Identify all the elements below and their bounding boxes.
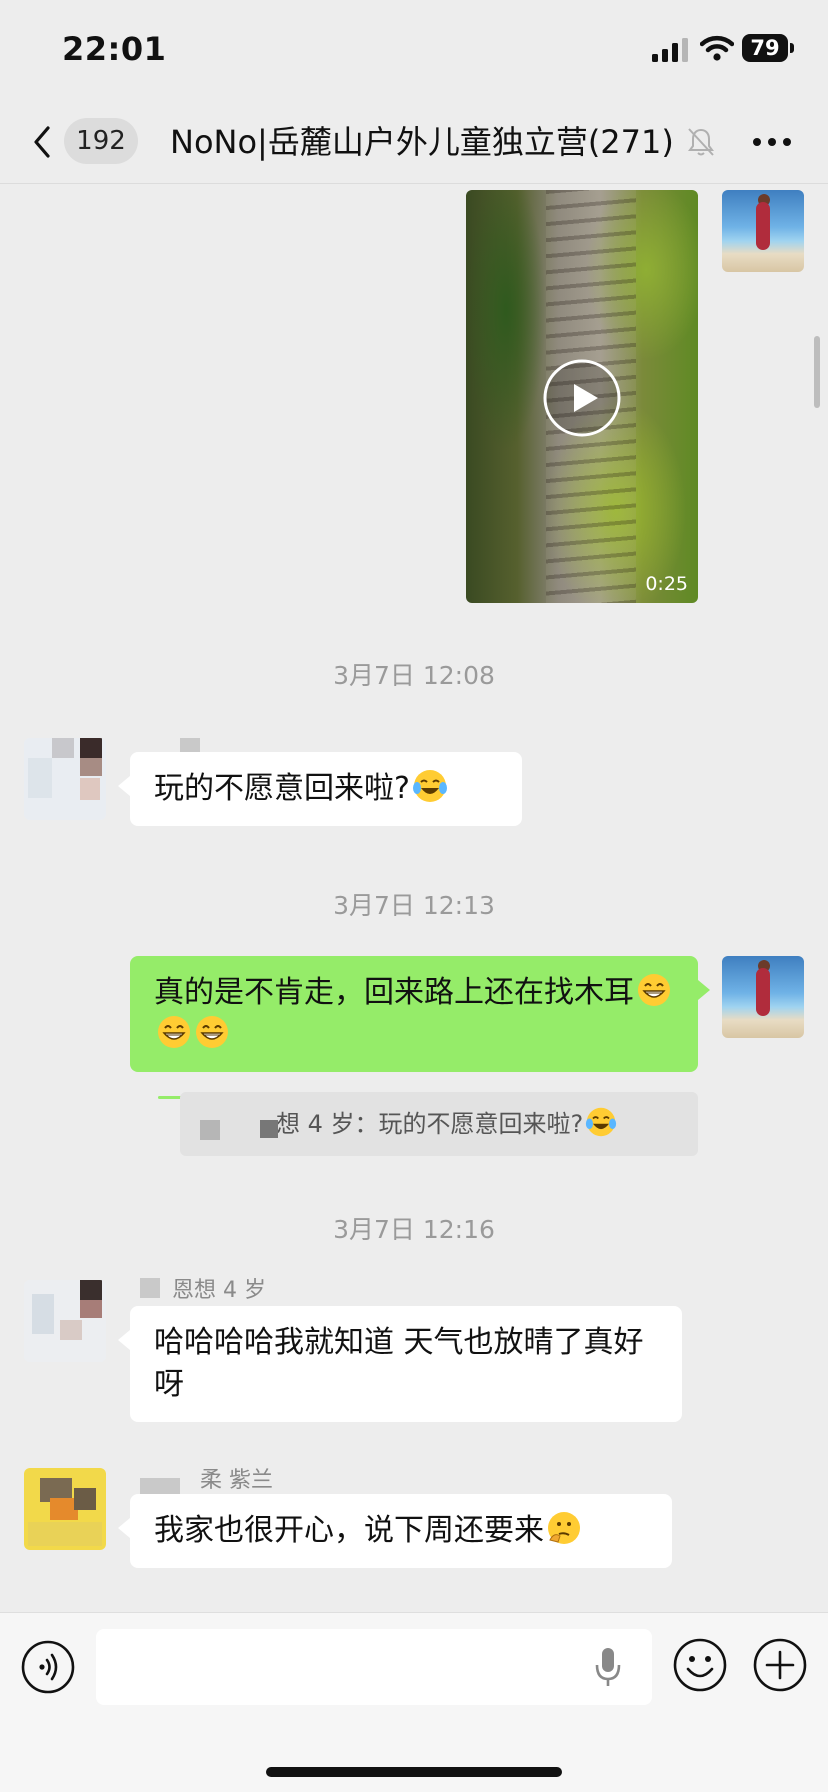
battery-indicator: 79: [742, 34, 794, 62]
avatar[interactable]: [24, 1280, 106, 1362]
message-text: 我家也很开心，说下周还要来: [154, 1513, 544, 1548]
grin-emoji: [196, 1016, 228, 1048]
scroll-indicator[interactable]: [814, 336, 820, 408]
avatar[interactable]: [24, 1468, 106, 1550]
battery-level: 79: [742, 34, 788, 62]
message-text: 真的是不肯走，回来路上还在找木耳: [154, 975, 634, 1010]
quoted-message[interactable]: 想 4 岁：玩的不愿意回来啦?: [180, 1092, 698, 1156]
message-bubble[interactable]: 哈哈哈哈我就知道 天气也放晴了真好呀: [118, 1306, 682, 1422]
sender-name-blur: [140, 1278, 160, 1298]
mic-icon[interactable]: [592, 1645, 624, 1689]
home-indicator[interactable]: [266, 1767, 562, 1777]
message-bubble[interactable]: 玩的不愿意回来啦?: [118, 752, 522, 826]
avatar[interactable]: [722, 190, 804, 272]
video-message[interactable]: 0:25: [466, 190, 698, 603]
video-duration: 0:25: [645, 573, 688, 595]
quoted-text: 想 4 岁：玩的不愿意回来啦?: [276, 1110, 584, 1138]
signal-icon: [652, 38, 688, 62]
status-time: 22:01: [62, 30, 167, 68]
timestamp: 3月7日 12:16: [333, 1215, 495, 1244]
timestamp: 3月7日 12:08: [333, 661, 495, 690]
grin-emoji: [158, 1016, 190, 1048]
chat-header: 192 NoNo|岳麓山户外儿童独立营(271): [0, 100, 828, 184]
quote-name-blur: [260, 1120, 278, 1138]
avatar[interactable]: [24, 738, 106, 820]
message-bubble[interactable]: 我家也很开心，说下周还要来: [118, 1494, 672, 1568]
plus-icon[interactable]: [752, 1637, 808, 1693]
status-bar: 22:01 79: [0, 0, 828, 100]
grin-emoji: [638, 974, 670, 1006]
battery-tip: [790, 43, 794, 53]
message-bubble[interactable]: 真的是不肯走，回来路上还在找木耳: [130, 956, 710, 1072]
smiley-icon[interactable]: [672, 1637, 728, 1693]
thinking-emoji: [548, 1512, 580, 1544]
avatar[interactable]: [722, 956, 804, 1038]
back-icon[interactable]: [28, 122, 56, 162]
play-icon[interactable]: [542, 358, 622, 438]
voice-icon[interactable]: [20, 1639, 76, 1695]
timestamp: 3月7日 12:13: [333, 891, 495, 920]
unread-count-badge[interactable]: 192: [64, 118, 138, 164]
input-bar: [0, 1612, 828, 1792]
message-text: 玩的不愿意回来啦?: [154, 771, 410, 806]
sender-name: 柔 紫兰: [200, 1468, 273, 1493]
laugh-cry-emoji: [412, 770, 447, 802]
message-text: 哈哈哈哈我就知道 天气也放晴了真好呀: [154, 1325, 644, 1402]
quote-avatar-blur: [200, 1120, 220, 1140]
chat-title[interactable]: NoNo|岳麓山户外儿童独立营(271): [170, 120, 690, 164]
mute-icon: [688, 128, 714, 156]
laugh-cry-emoji: [586, 1107, 617, 1137]
message-input[interactable]: [96, 1629, 652, 1705]
wifi-icon: [700, 35, 734, 61]
more-icon[interactable]: [752, 136, 792, 148]
sender-name: 恩想 4 岁: [172, 1278, 266, 1303]
